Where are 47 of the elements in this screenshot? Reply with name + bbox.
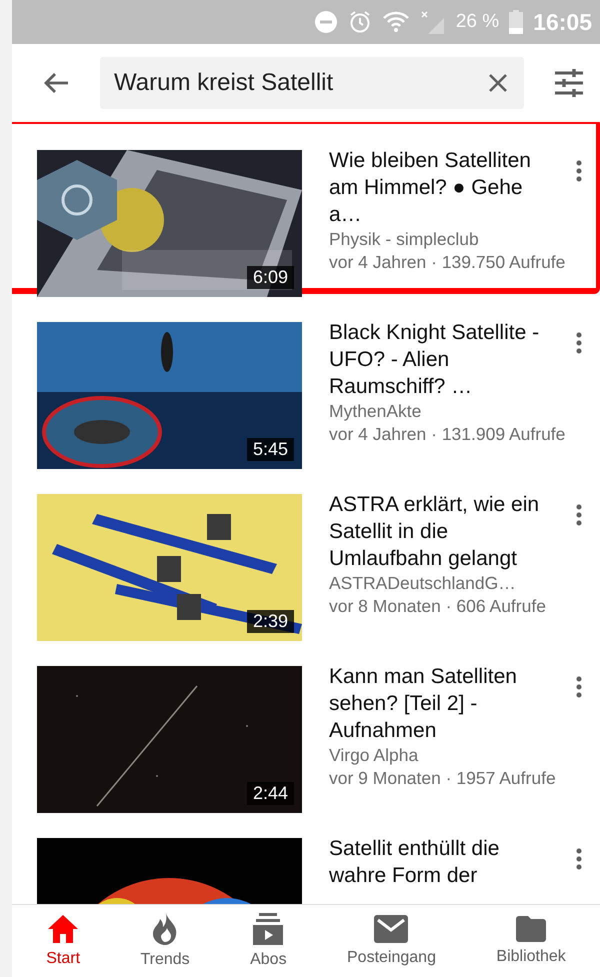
signal-icon: [420, 10, 446, 34]
more-options-icon[interactable]: [576, 504, 582, 526]
nav-tab[interactable]: Start: [46, 914, 80, 968]
video-result[interactable]: 6:09 Wie bleiben Satelliten am Himmel? ● Gehe a… Physik - simpleclub vor 4 Jahren · 139.750 Aufrufe: [12, 122, 600, 294]
clock: 16:05: [533, 8, 592, 36]
video-title: Satellit enthüllt die wahre Form der: [329, 836, 500, 889]
more-options-icon[interactable]: [576, 332, 582, 354]
subscriptions-icon: [253, 913, 284, 945]
more-options-icon[interactable]: [576, 160, 582, 182]
clear-icon[interactable]: [488, 73, 508, 93]
more-options-icon[interactable]: [576, 676, 582, 698]
video-title: Wie bleiben Satelliten am Himmel? ● Gehe a…: [329, 148, 532, 228]
duration-label: 6:09: [246, 266, 294, 289]
home-icon: [47, 914, 80, 944]
nav-tab[interactable]: Posteingang: [347, 915, 436, 967]
video-title: ASTRA erklärt, wie ein Satellit in die Umlaufbahn gelangt: [329, 492, 540, 572]
nav-tab[interactable]: Trends: [140, 913, 190, 969]
wifi-icon: [382, 10, 410, 34]
more-options-icon[interactable]: [576, 848, 582, 870]
search-field[interactable]: Warum kreist Satellit: [100, 57, 524, 109]
channel-name: MythenAkte: [329, 400, 422, 423]
back-arrow-icon[interactable]: [42, 71, 70, 95]
do-not-disturb-icon: [314, 10, 338, 34]
channel-name: ASTRADeutschlandG…: [329, 572, 517, 595]
filter-icon[interactable]: [554, 69, 584, 97]
duration-label: 5:45: [246, 438, 294, 461]
nav-tab[interactable]: Bibliothek: [496, 916, 566, 966]
video-result[interactable]: 5:45 Black Knight Satellite - UFO? - Alien Raumschiff? … MythenAkte vor 4 Jahren · 131.909 Aufrufe: [12, 294, 600, 466]
video-result[interactable]: 2:44 Kann man Satelliten sehen? [Teil 2] - Aufnahmen Virgo Alpha vor 9 Monaten · 1957 Aufrufe: [12, 638, 600, 810]
duration-label: 2:44: [246, 782, 294, 805]
video-title: Black Knight Satellite - UFO? - Alien Raumschiff? …: [329, 320, 540, 400]
video-title: Kann man Satelliten sehen? [Teil 2] - Aufnahmen: [329, 664, 518, 744]
flame-icon: [152, 913, 178, 945]
video-meta: vor 4 Jahren · 131.909 Aufrufe: [329, 423, 566, 446]
nav-tab[interactable]: Abos: [250, 913, 287, 969]
mail-icon: [374, 915, 408, 943]
channel-name: Virgo Alpha: [329, 744, 420, 767]
duration-label: 2:39: [246, 610, 294, 633]
battery-percent: 26 %: [456, 11, 500, 33]
battery-icon: [509, 10, 524, 34]
video-meta: vor 8 Monaten · 606 Aufrufe: [329, 595, 547, 618]
video-result[interactable]: 2:39 ASTRA erklärt, wie ein Satellit in die Umlaufbahn gelangt ASTRADeutschlandG… vor 8 Monaten · 606 Aufrufe: [12, 466, 600, 638]
video-meta: vor 9 Monaten · 1957 Aufrufe: [329, 767, 557, 790]
video-meta: vor 4 Jahren · 139.750 Aufrufe: [329, 251, 566, 274]
channel-name: Physik - simpleclub: [329, 228, 480, 251]
alarm-icon: [348, 10, 372, 34]
folder-icon: [516, 916, 546, 942]
